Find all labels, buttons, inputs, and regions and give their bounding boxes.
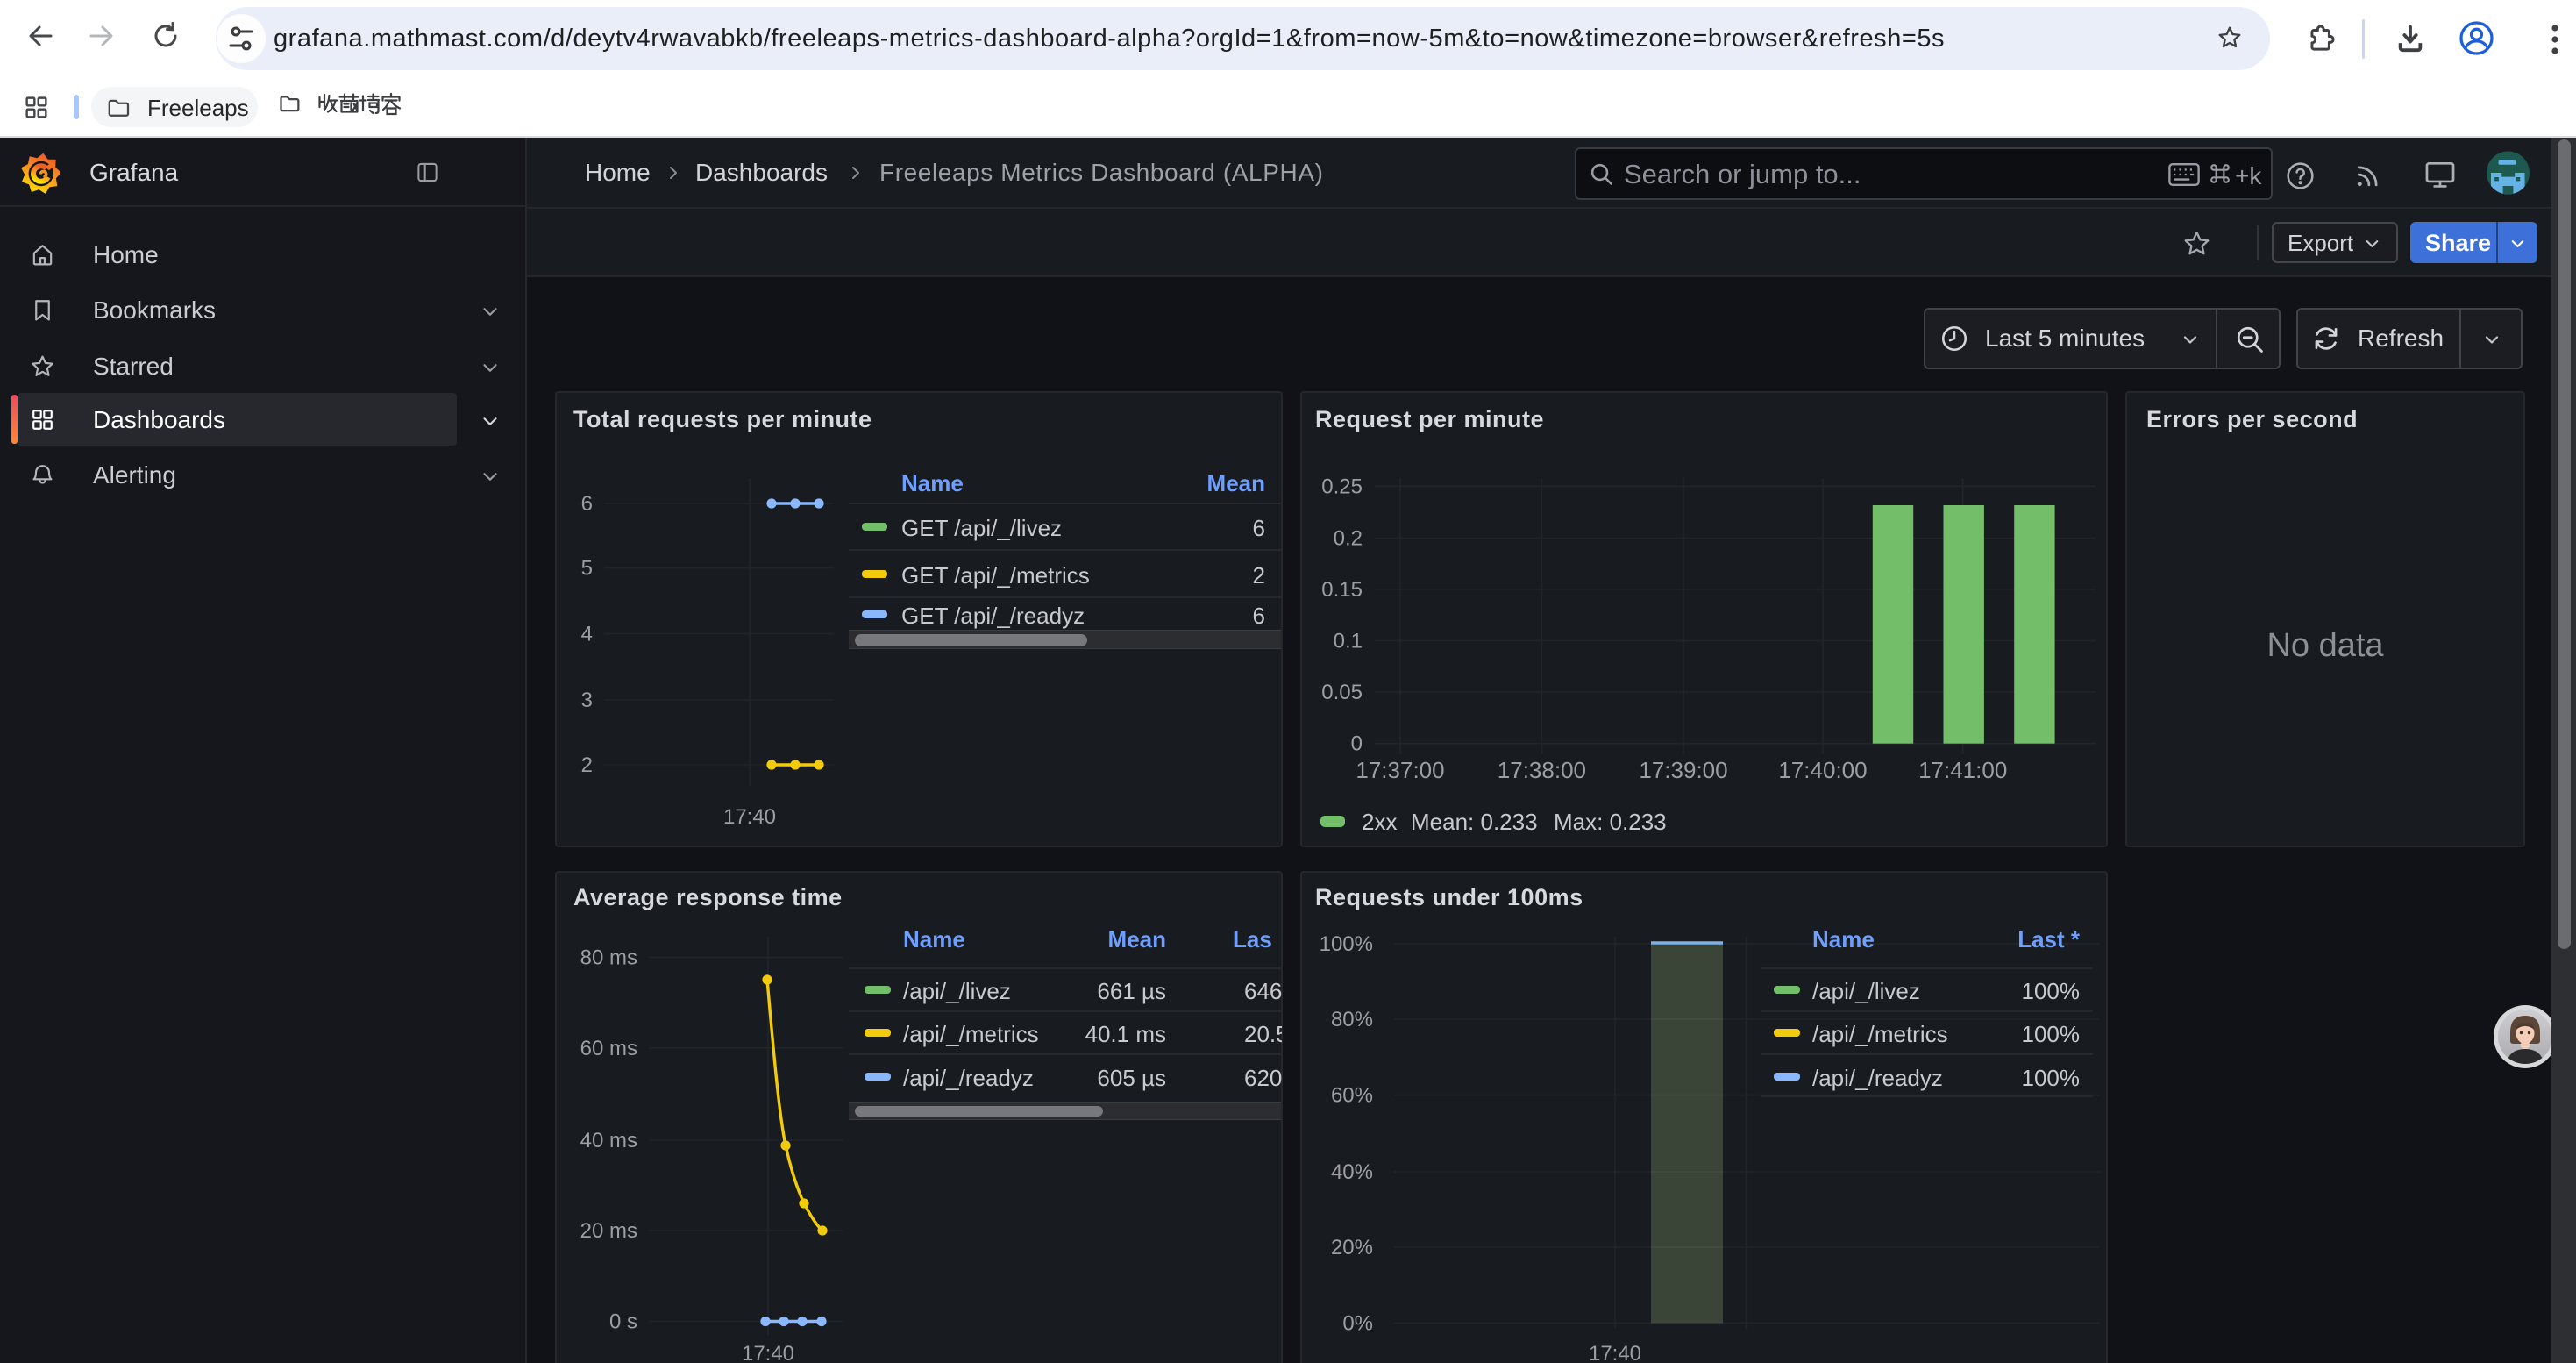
svg-text:2: 2 xyxy=(581,753,593,777)
svg-text:0%: 0% xyxy=(1342,1311,1373,1335)
svg-text:20 ms: 20 ms xyxy=(580,1219,637,1243)
svg-text:17:40: 17:40 xyxy=(723,805,776,829)
svg-text:6: 6 xyxy=(581,492,593,516)
svg-text:80 ms: 80 ms xyxy=(580,946,637,970)
svg-text:40 ms: 40 ms xyxy=(580,1129,637,1152)
svg-text:40%: 40% xyxy=(1331,1160,1373,1184)
svg-text:60%: 60% xyxy=(1331,1084,1373,1108)
svg-text:0.1: 0.1 xyxy=(1334,630,1363,653)
svg-text:17:37:00: 17:37:00 xyxy=(1356,757,1444,783)
svg-text:3: 3 xyxy=(581,689,593,712)
svg-text:4: 4 xyxy=(581,623,593,646)
svg-text:80%: 80% xyxy=(1331,1008,1373,1031)
svg-text:17:40: 17:40 xyxy=(742,1342,794,1363)
svg-text:0.15: 0.15 xyxy=(1321,578,1363,602)
svg-text:0: 0 xyxy=(1351,732,1363,756)
svg-text:5: 5 xyxy=(581,557,593,581)
svg-text:0.05: 0.05 xyxy=(1321,681,1363,704)
svg-text:17:39:00: 17:39:00 xyxy=(1639,757,1727,783)
svg-text:60 ms: 60 ms xyxy=(580,1037,637,1060)
svg-text:17:40: 17:40 xyxy=(1589,1342,1641,1363)
svg-text:0.25: 0.25 xyxy=(1321,475,1363,498)
svg-text:100%: 100% xyxy=(1320,932,1373,956)
svg-text:17:41:00: 17:41:00 xyxy=(1918,757,2007,783)
svg-text:17:40:00: 17:40:00 xyxy=(1778,757,1867,783)
svg-text:17:38:00: 17:38:00 xyxy=(1498,757,1586,783)
svg-text:20%: 20% xyxy=(1331,1236,1373,1260)
svg-text:0.2: 0.2 xyxy=(1334,527,1363,551)
svg-text:0 s: 0 s xyxy=(609,1310,637,1334)
